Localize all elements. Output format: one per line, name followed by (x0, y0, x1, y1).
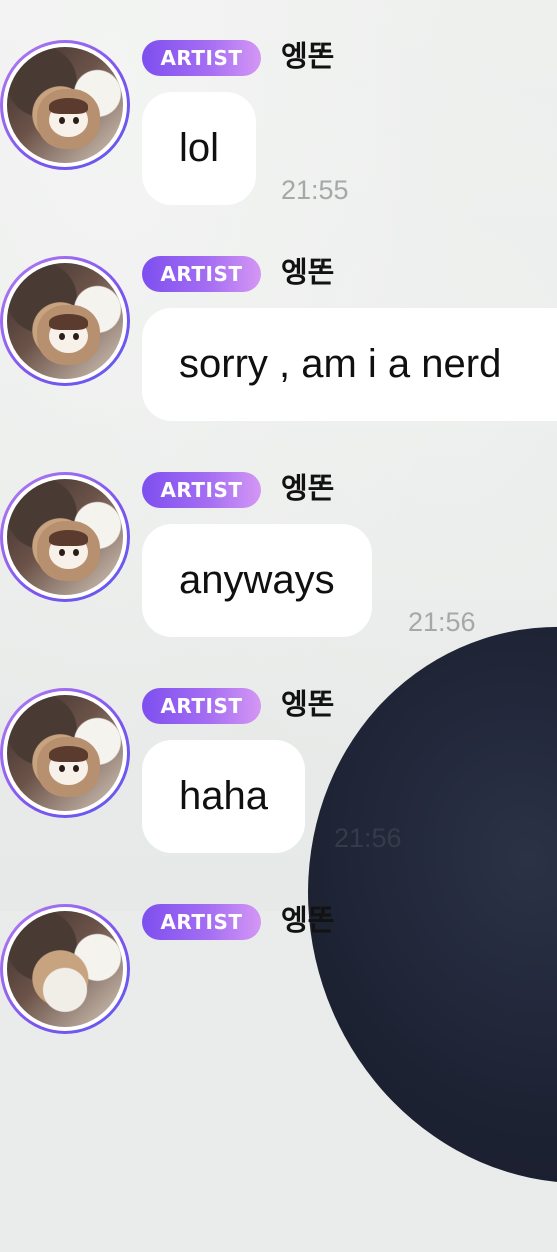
avatar-photo (7, 695, 123, 811)
avatar-photo (7, 47, 123, 163)
artist-badge: ARTIST (142, 40, 261, 76)
artist-badge: ARTIST (142, 472, 261, 508)
avatar[interactable] (0, 904, 130, 1034)
avatar-ring (3, 259, 127, 383)
message-bubble[interactable]: lol (142, 92, 257, 205)
message-timestamp: 21:56 (408, 607, 476, 637)
avatar-ring (3, 43, 127, 167)
avatar-photo (7, 263, 123, 379)
avatar[interactable] (0, 472, 130, 602)
avatar-photo (7, 479, 123, 595)
avatar-ring (3, 475, 127, 599)
avatar-ring (3, 691, 127, 815)
avatar[interactable] (0, 688, 130, 818)
avatar[interactable] (0, 40, 130, 170)
artist-badge: ARTIST (142, 688, 261, 724)
sender-name[interactable]: 엥똔 (281, 36, 334, 76)
message-timestamp: 21:56 (334, 823, 402, 853)
message-bubble[interactable]: sorry , am i a nerd (142, 308, 557, 421)
message-bubble[interactable]: anyways (142, 524, 372, 637)
avatar-photo (7, 911, 123, 1027)
artist-badge: ARTIST (142, 256, 261, 292)
sender-name[interactable]: 엥똔 (281, 252, 334, 292)
message-bubble[interactable]: haha (142, 740, 305, 853)
sender-name[interactable]: 엥똔 (281, 900, 334, 940)
avatar[interactable] (0, 256, 130, 386)
message-timestamp: 21:55 (281, 175, 349, 205)
sender-name[interactable]: 엥똔 (281, 468, 334, 508)
artist-badge: ARTIST (142, 904, 261, 940)
sender-name[interactable]: 엥똔 (281, 684, 334, 724)
avatar-ring (3, 907, 127, 1031)
